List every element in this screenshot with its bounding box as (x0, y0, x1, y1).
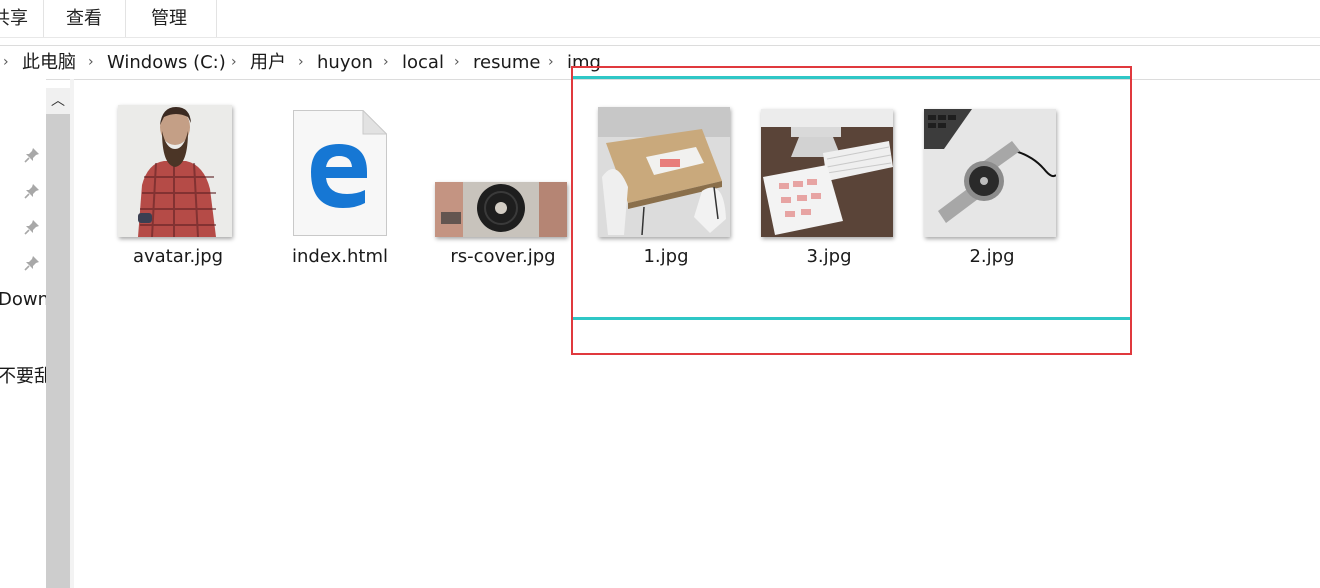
scroll-up-arrow-icon[interactable]: ︿ (46, 88, 70, 114)
chevron-right-icon[interactable]: › (454, 46, 460, 79)
highlight-line-bottom (573, 317, 1130, 320)
breadcrumb-huyon[interactable]: huyon (317, 46, 373, 79)
tab-share[interactable]: 共享 (0, 0, 28, 37)
chevron-right-icon[interactable]: › (548, 46, 554, 79)
highlight-line-top (573, 76, 1130, 79)
breadcrumb-users[interactable]: 用户 (250, 46, 286, 79)
file-name: rs-cover.jpg (450, 246, 556, 267)
breadcrumb-windows-c[interactable]: Windows (C:) (107, 46, 226, 79)
file-name: index.html (292, 246, 388, 267)
chevron-right-icon[interactable]: › (231, 46, 237, 79)
portrait-photo-thumbnail (118, 105, 232, 237)
edge-html-icon (293, 109, 388, 236)
ribbon-tabs: 共享 查看 管理 (0, 0, 1320, 38)
navigation-pane: Down 不要乱 (0, 79, 46, 588)
file-name: avatar.jpg (132, 246, 224, 267)
pin-icon[interactable] (24, 147, 40, 163)
tab-view[interactable]: 查看 (66, 0, 102, 37)
pin-icon[interactable] (24, 219, 40, 235)
chevron-right-icon[interactable]: › (383, 46, 389, 79)
breadcrumb-local[interactable]: local (402, 46, 444, 79)
tab-divider (43, 0, 44, 37)
chevron-right-icon[interactable]: › (298, 46, 304, 79)
tab-divider (216, 0, 217, 37)
nav-item-folder[interactable]: 不要乱 (0, 362, 46, 388)
highlight-box (571, 66, 1132, 355)
breadcrumb-resume[interactable]: resume (473, 46, 540, 79)
breadcrumb-this-pc[interactable]: 此电脑 (22, 46, 76, 79)
nav-scrollbar[interactable]: ︿ (46, 88, 70, 588)
nav-item-downloads[interactable]: Down (0, 289, 46, 310)
vinyl-photo-thumbnail (435, 182, 567, 237)
pin-icon[interactable] (24, 183, 40, 199)
chevron-right-icon[interactable]: › (3, 46, 9, 79)
tab-manage[interactable]: 管理 (151, 0, 187, 37)
tab-divider (125, 0, 126, 37)
chevron-right-icon[interactable]: › (88, 46, 94, 79)
pin-icon[interactable] (24, 255, 40, 271)
pane-divider (70, 79, 74, 588)
